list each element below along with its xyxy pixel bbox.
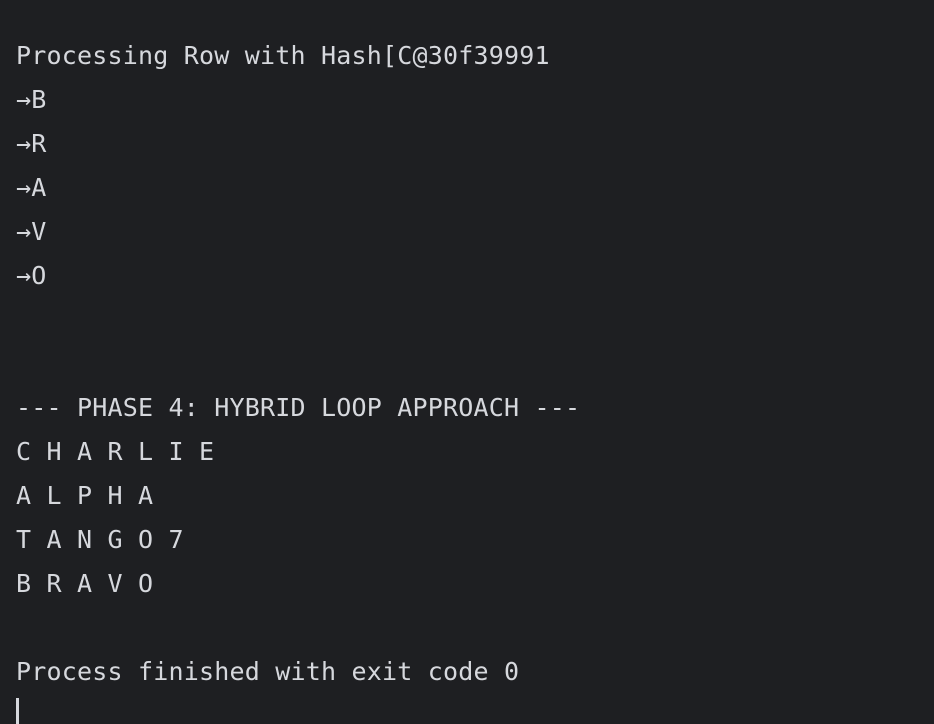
run-console-output[interactable]: Processing Row with Hash[C@30f39991 →B →…	[0, 0, 934, 724]
text-cursor	[16, 698, 19, 724]
console-line-arrow-o: →O	[16, 261, 47, 290]
console-line-arrow-r: →R	[16, 129, 47, 158]
console-line-exit-status: Process finished with exit code 0	[16, 657, 520, 686]
console-line-arrow-a: →A	[16, 173, 47, 202]
console-line-arrow-v: →V	[16, 217, 47, 246]
console-line-tango7: T A N G O 7	[16, 525, 184, 554]
console-line-bravo: B R A V O	[16, 569, 154, 598]
console-line-phase-header: --- PHASE 4: HYBRID LOOP APPROACH ---	[16, 393, 581, 422]
console-line-charlie: C H A R L I E	[16, 437, 215, 466]
console-line-arrow-b: →B	[16, 85, 47, 114]
console-line-processing-row: Processing Row with Hash[C@30f39991	[16, 41, 550, 70]
console-line-alpha: A L P H A	[16, 481, 154, 510]
